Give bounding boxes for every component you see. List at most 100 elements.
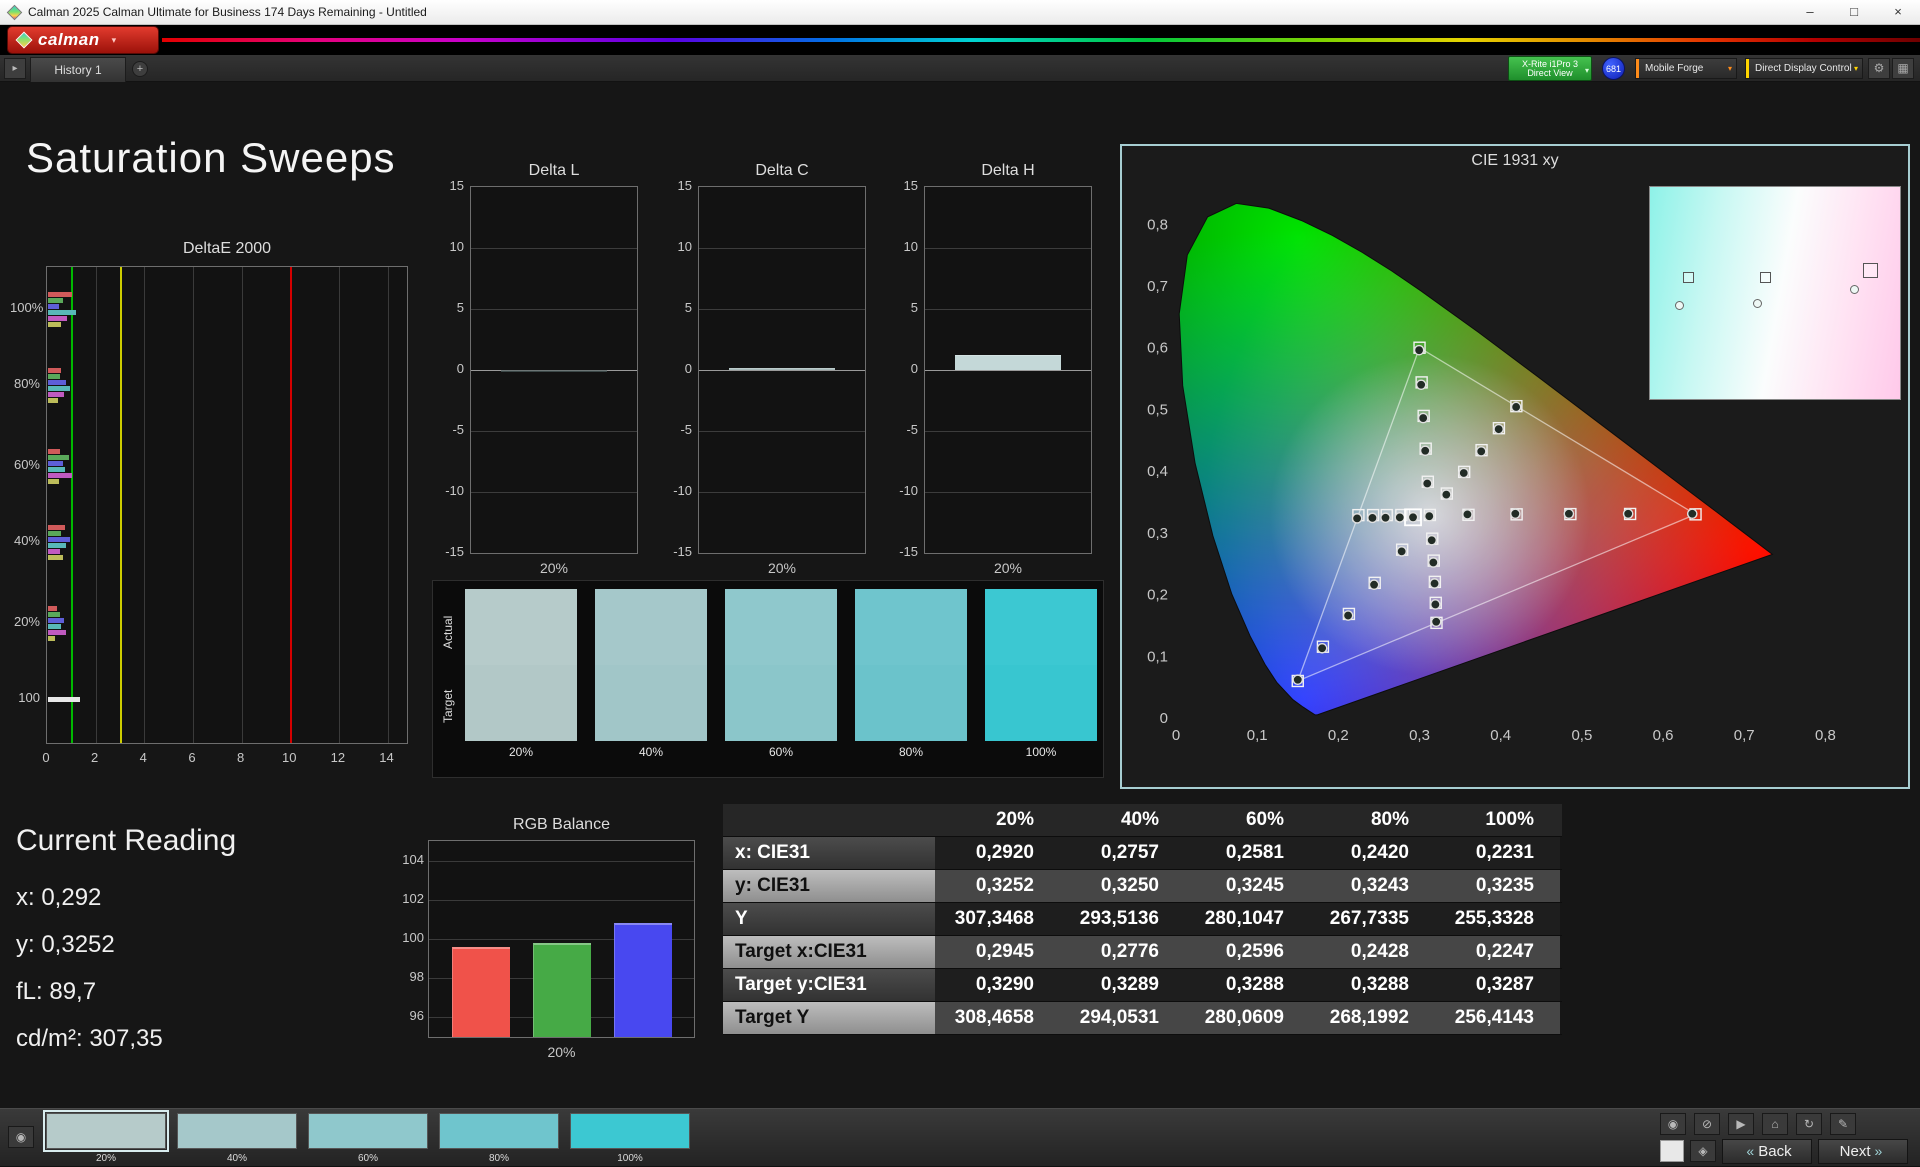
column-header: 80% [1370, 809, 1409, 830]
measured-point [1430, 616, 1442, 628]
swatch-thumb[interactable] [177, 1113, 297, 1149]
deltae-bar [48, 291, 73, 297]
deltae-bar [48, 543, 67, 549]
deltaL-bar [500, 370, 608, 373]
deltae-bar [48, 612, 61, 617]
column-header [723, 804, 935, 836]
display-white-button[interactable] [1660, 1140, 1684, 1162]
eye-button[interactable]: ◉ [8, 1126, 34, 1148]
edit-button[interactable]: ✎ [1830, 1113, 1856, 1135]
display-control-dropdown[interactable]: Direct Display Control ▾ [1745, 58, 1863, 79]
deltae-bar [48, 392, 64, 397]
home-button[interactable]: ⌂ [1762, 1113, 1788, 1135]
eye-button[interactable]: ◉ [1660, 1113, 1686, 1135]
measured-point [1510, 508, 1521, 520]
grid-line [144, 267, 146, 743]
deltae-bar [48, 697, 80, 703]
deltae-bar [48, 525, 66, 531]
next-button[interactable]: Next» [1818, 1139, 1908, 1164]
calman-menu-button[interactable]: calman ▾ [8, 27, 158, 53]
measured-point [1510, 401, 1522, 413]
history-panel-toggle[interactable]: ▸ [4, 58, 26, 79]
y-tick-label: 40% [13, 533, 40, 549]
thumb-strip: 20% 40% 60% 80% 100% [43, 1109, 726, 1167]
maximize-button[interactable]: □ [1832, 0, 1876, 25]
y-tick-label: 80% [13, 376, 40, 391]
back-button[interactable]: «Back [1722, 1139, 1812, 1164]
minimize-button[interactable]: – [1788, 0, 1832, 25]
x-tick-label: 4 [139, 750, 147, 765]
reference-line [290, 267, 293, 743]
page-title: Saturation Sweeps [26, 134, 396, 181]
current-reading: Current Reading x: 0,292 y: 0,3252 fL: 8… [16, 824, 236, 1062]
deltaC-bar [728, 367, 836, 370]
deltaH-xlabel: 20% [993, 560, 1023, 576]
grid-line [925, 370, 1091, 371]
source-dropdown[interactable]: Mobile Forge ▾ [1635, 58, 1737, 79]
tab-history-1[interactable]: History 1 [30, 57, 126, 82]
close-button[interactable]: × [1876, 0, 1920, 25]
measured-point [1316, 642, 1328, 654]
table-row: x: CIE31 0,2920 0,2757 0,2581 0,2420 0,2231 [723, 837, 1562, 870]
deltaL-xlabel: 20% [539, 560, 569, 576]
bar-group [48, 291, 76, 328]
y-tick-label: -15 [899, 544, 918, 559]
cell-value: 0,3288 [1185, 969, 1310, 1001]
row-label: Target y:CIE31 [723, 969, 935, 1001]
thumb-label: 100% [617, 1153, 643, 1164]
display-settings-button[interactable]: ▦ [1892, 58, 1914, 79]
swatch-thumb[interactable] [43, 1110, 169, 1152]
add-tab-button[interactable]: + [132, 61, 148, 77]
trash-button[interactable]: ⊘ [1694, 1113, 1720, 1135]
thumb-label: 20% [95, 1153, 116, 1164]
measured-point [1441, 489, 1452, 500]
bar-group [48, 697, 80, 703]
main-content: Saturation Sweeps DeltaE 2000 0 2 4 6 8 10 12 1… [0, 82, 1920, 1108]
svg-text:0,2: 0,2 [1328, 727, 1349, 744]
swatch-column [725, 589, 837, 741]
bar-group [48, 368, 70, 404]
x-tick-label: 6 [188, 750, 196, 765]
y-tick-label: 100% [10, 299, 44, 315]
x-tick-label: 10 [282, 750, 297, 765]
meter-select-button[interactable]: X-Rite i1Pro 3 Direct View ▾ [1508, 56, 1592, 81]
refresh-button[interactable]: ↻ [1796, 1113, 1822, 1135]
swatch-thumb[interactable] [308, 1113, 428, 1149]
meter-view-button[interactable]: ◈ [1690, 1140, 1716, 1162]
deltaC-chart: Delta C 20% -15 -10 -5 0 5 10 15 [664, 162, 868, 582]
meter-line2: Direct View [1527, 68, 1573, 78]
deltae-title: DeltaE 2000 [182, 240, 272, 257]
svg-text:0,7: 0,7 [1147, 278, 1168, 295]
play-button[interactable]: ▶ [1728, 1113, 1754, 1135]
settings-button[interactable]: ⚙ [1868, 58, 1890, 79]
deltae-plot [46, 266, 408, 744]
x-tick-label: 12 [330, 750, 346, 765]
deltaC-plot [698, 186, 866, 554]
rgb-plot [428, 840, 695, 1038]
y-tick-label: 20% [13, 614, 40, 629]
swatch-label: 40% [638, 745, 664, 759]
svg-text:0,3: 0,3 [1409, 727, 1430, 744]
deltae-bar [48, 618, 64, 623]
swatch-label: 20% [508, 745, 534, 759]
y-tick-label: -10 [673, 483, 692, 498]
reading-cdm2: cd/m²: 307,35 [16, 1025, 163, 1052]
cell-value: 0,2581 [1185, 837, 1310, 869]
swatch-thumb[interactable] [439, 1113, 559, 1149]
svg-text:0,3: 0,3 [1147, 525, 1168, 542]
bar-group [48, 448, 73, 485]
grid-line [699, 431, 865, 432]
y-tick-label: 98 [409, 969, 424, 985]
thumb-label: 40% [226, 1153, 247, 1164]
target-swatch [465, 665, 577, 741]
cell-value: 0,2231 [1435, 837, 1560, 869]
control-accent-bar [1746, 59, 1749, 78]
swatch-thumb[interactable] [570, 1113, 690, 1149]
deltae-bar [48, 368, 62, 373]
cell-value: 0,3287 [1435, 969, 1560, 1001]
cell-value: 0,3243 [1310, 870, 1435, 902]
measured-point [1462, 509, 1473, 520]
deltaL-title: Delta L [528, 162, 580, 179]
cell-value: 294,0531 [1060, 1002, 1185, 1034]
table-row: Target Y 308,4658 294,0531 280,0609 268,1992… [723, 1002, 1562, 1035]
